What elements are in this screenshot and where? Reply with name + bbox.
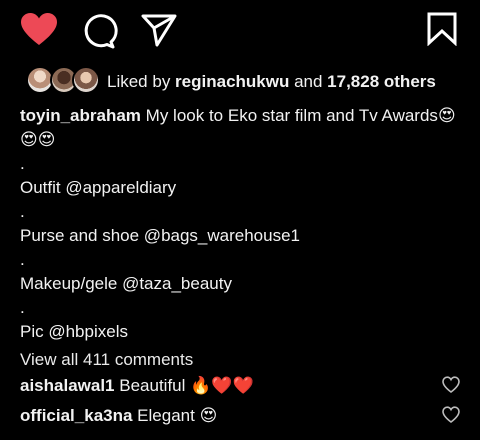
caption-pic: Pic @hbpixels: [20, 322, 128, 341]
heart-outline-icon[interactable]: [442, 376, 460, 394]
caption-dot: .: [20, 154, 25, 173]
comment-body: Beautiful: [114, 376, 191, 395]
post-footer: Liked by reginachukwu and 17,828 others …: [0, 0, 480, 440]
paper-plane-icon[interactable]: [140, 12, 178, 48]
comment-body: Elegant: [132, 406, 200, 425]
likes-summary[interactable]: Liked by reginachukwu and 17,828 others: [20, 64, 470, 98]
comment-bubble-icon[interactable]: [80, 12, 118, 50]
caption-dot: .: [20, 298, 25, 317]
view-all-comments-link[interactable]: View all 411 comments: [20, 350, 193, 370]
comment-row: official_ka3na Elegant 😍: [20, 404, 460, 430]
bookmark-icon[interactable]: [426, 12, 458, 47]
heart-filled-icon[interactable]: [20, 12, 58, 48]
heart-outline-icon[interactable]: [442, 406, 460, 424]
caption-purse: Purse and shoe @bags_warehouse1: [20, 226, 301, 245]
post-caption: toyin_abraham My look to Eko star film a…: [20, 104, 465, 344]
comment-username[interactable]: official_ka3na: [20, 406, 132, 425]
caption-makeup: Makeup/gele @taza_beauty: [20, 274, 232, 293]
comment-emoji: 😍: [199, 406, 218, 426]
caption-first-line: toyin_abraham My look to Eko star film a…: [20, 104, 465, 128]
comment-text: aishalawal1 Beautiful 🔥❤️❤️: [20, 376, 254, 396]
caption-dot: .: [20, 250, 25, 269]
action-bar: [0, 0, 480, 64]
caption-emoji-line: 😍😍: [20, 130, 56, 150]
avatar: [72, 66, 100, 94]
caption-username[interactable]: toyin_abraham: [20, 106, 141, 125]
comment-username[interactable]: aishalawal1: [20, 376, 115, 395]
caption-emoji: 😍: [437, 106, 456, 126]
likes-prefix: Liked by: [107, 72, 176, 91]
caption-text: My look to Eko star film and Tv Awards: [140, 106, 438, 125]
caption-outfit: Outfit @appareldiary: [20, 178, 177, 197]
liker-avatars: [20, 64, 100, 96]
liker-username[interactable]: reginachukwu: [175, 72, 289, 91]
comment-emoji: 🔥❤️❤️: [190, 376, 254, 396]
caption-dot: .: [20, 202, 25, 221]
comment-row: aishalawal1 Beautiful 🔥❤️❤️: [20, 374, 460, 400]
comment-text: official_ka3na Elegant 😍: [20, 406, 217, 426]
likes-text: Liked by reginachukwu and 17,828 others: [107, 72, 436, 92]
likes-count[interactable]: 17,828 others: [327, 72, 436, 91]
likes-middle: and: [289, 72, 328, 91]
